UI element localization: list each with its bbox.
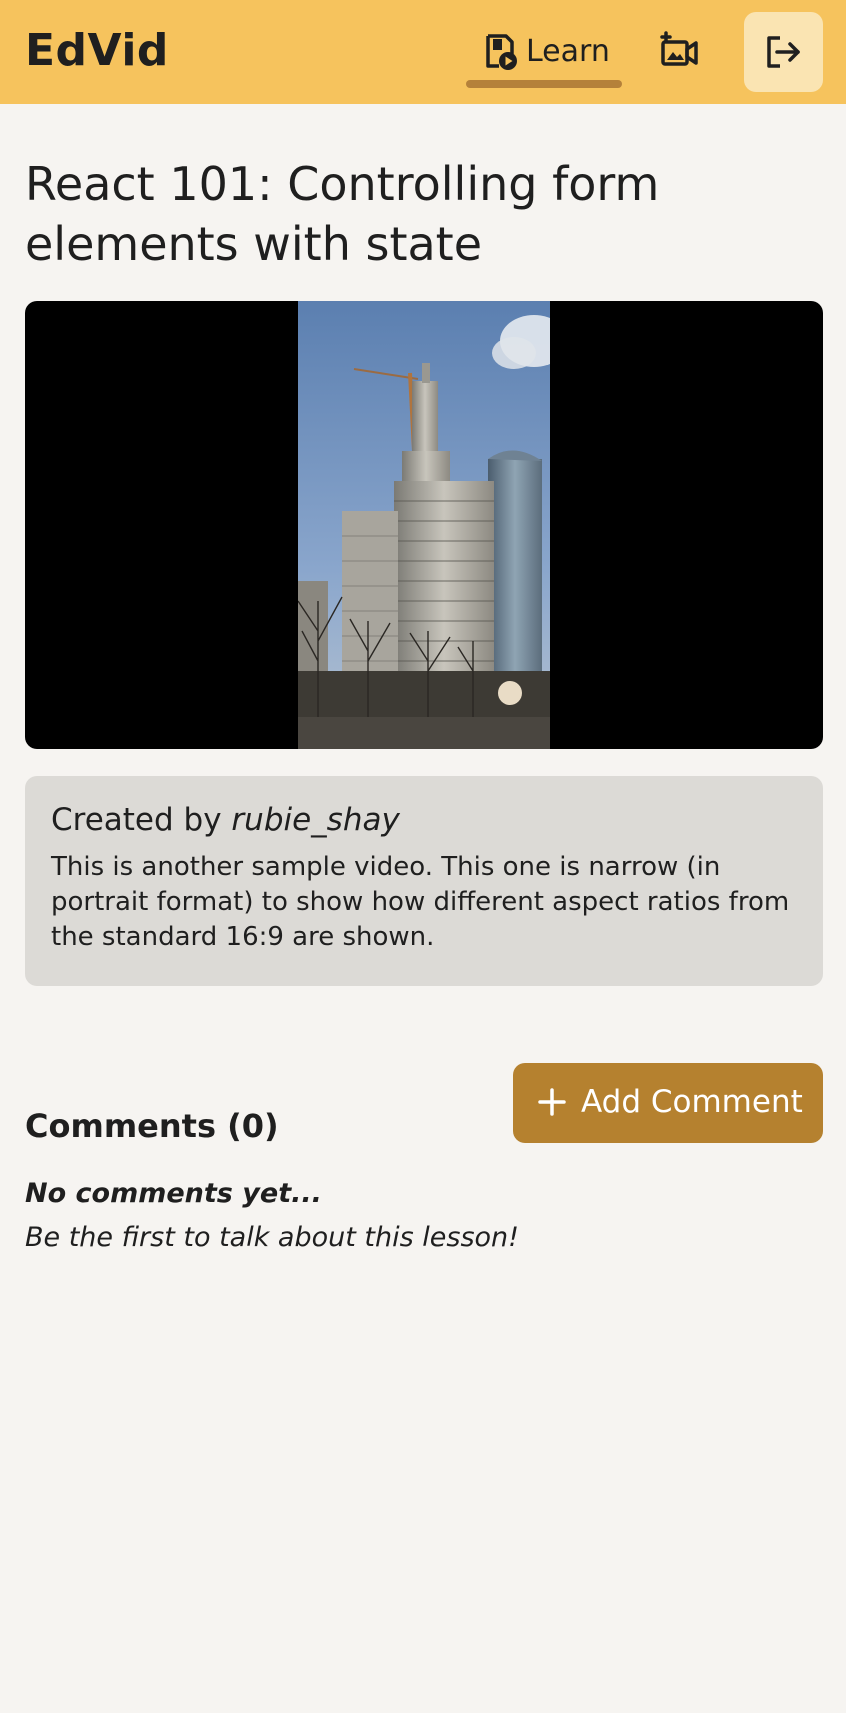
created-by-label: Created by xyxy=(51,802,222,838)
video-player[interactable] xyxy=(25,301,823,749)
video-library-icon xyxy=(486,34,517,70)
lesson-info-card: Created by rubie_shay This is another sa… xyxy=(25,776,823,986)
nav-learn-link[interactable]: Learn xyxy=(466,24,622,88)
nav-upload-link[interactable] xyxy=(658,30,702,74)
lesson-description: This is another sample video. This one i… xyxy=(51,852,790,952)
lesson-title: React 101: Controlling form elements wit… xyxy=(25,157,660,271)
plus-icon xyxy=(538,1088,566,1116)
add-video-icon xyxy=(660,31,698,66)
nav-learn-label: Learn xyxy=(526,34,610,69)
add-comment-button[interactable]: Add Comment xyxy=(513,1063,823,1143)
created-by-line: Created by rubie_shay xyxy=(51,800,797,840)
no-comments-title: No comments yet... xyxy=(25,1178,322,1209)
logout-button[interactable] xyxy=(744,12,823,92)
video-frame-image xyxy=(298,301,550,749)
author-name[interactable]: rubie_shay xyxy=(231,802,399,838)
no-comments-subtitle: Be the first to talk about this lesson! xyxy=(25,1222,519,1253)
active-tab-indicator xyxy=(466,80,622,88)
comments-heading: Comments (0) xyxy=(25,1107,279,1145)
app-logo[interactable]: EdVid xyxy=(25,24,169,78)
add-comment-label: Add Comment xyxy=(581,1084,803,1120)
app-header: EdVid Learn xyxy=(0,0,846,104)
logout-icon xyxy=(767,36,800,68)
